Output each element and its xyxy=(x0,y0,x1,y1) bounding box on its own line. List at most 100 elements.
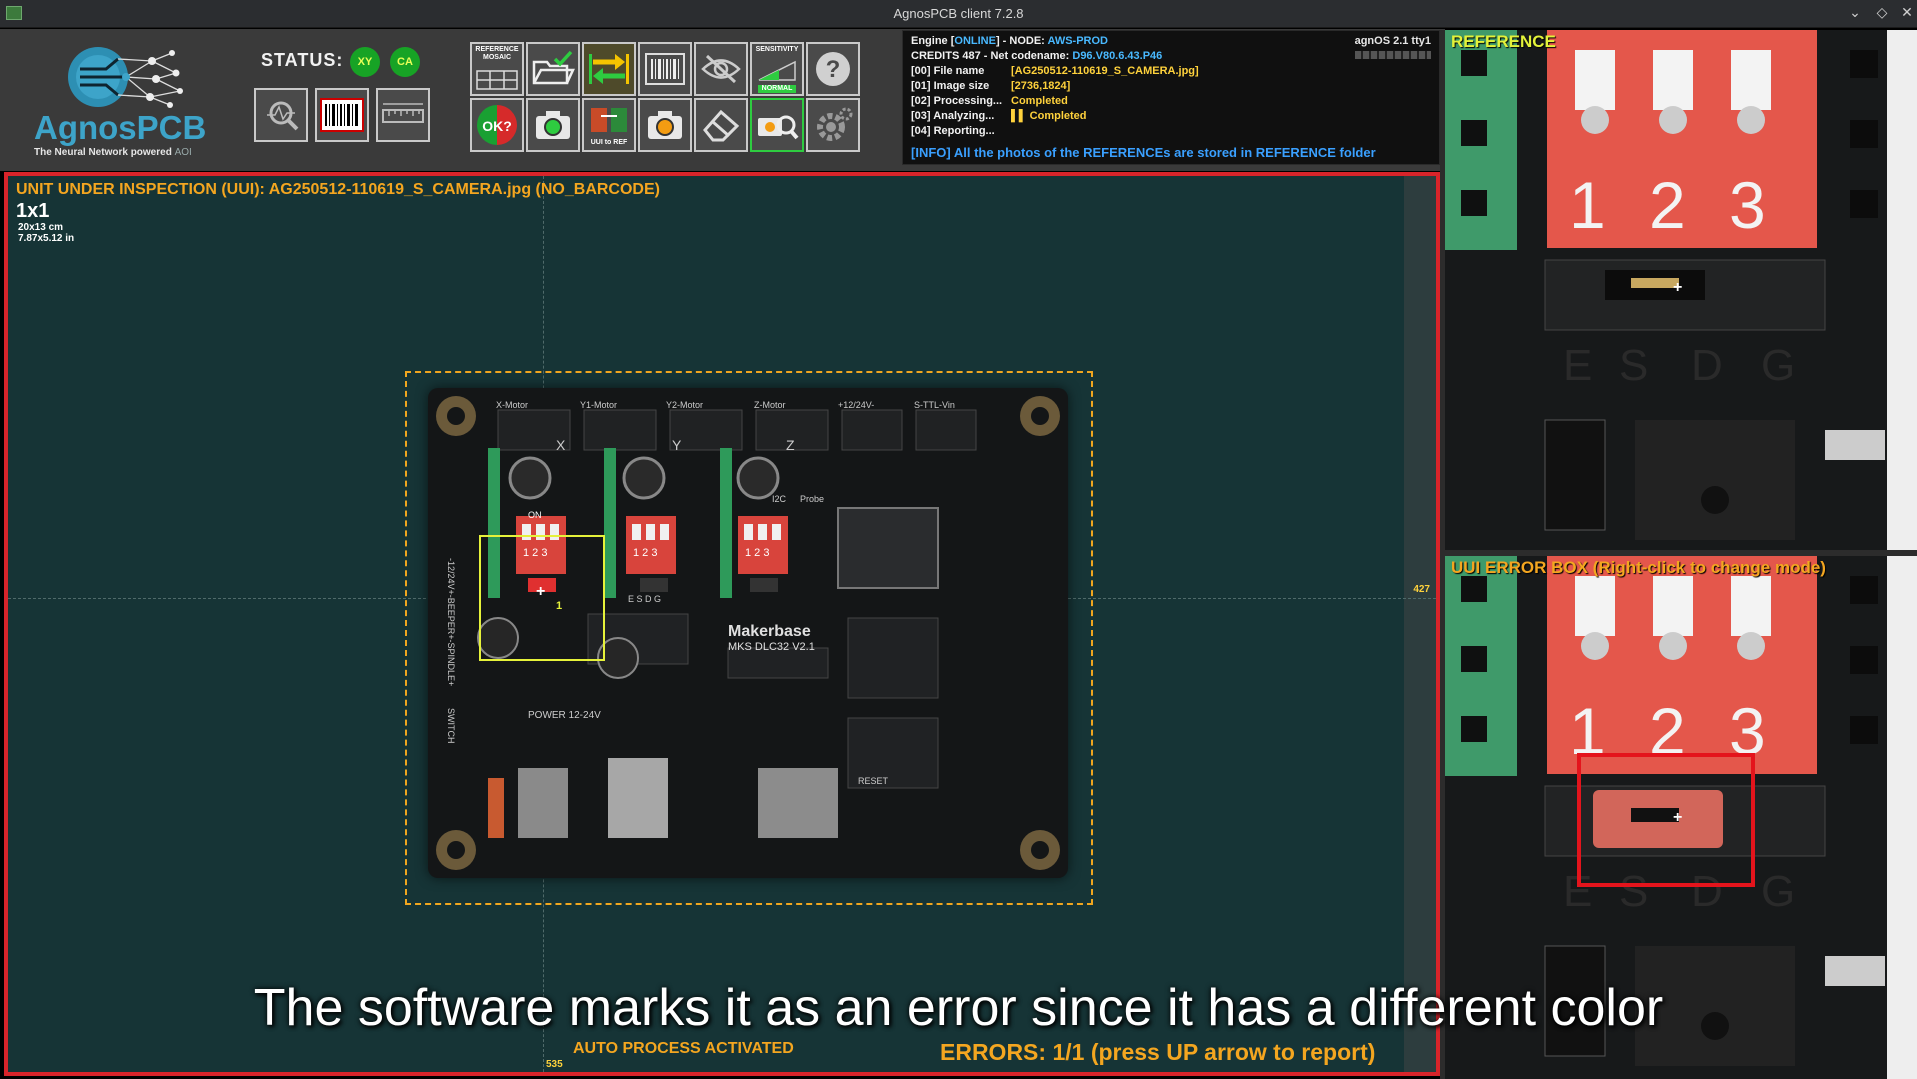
ok-check-icon: OK? xyxy=(477,105,517,145)
coord-x-readout: 535 xyxy=(546,1059,563,1070)
measure-ruler-button[interactable] xyxy=(376,88,430,142)
reference-panel[interactable]: REFERENCE 1 2 3 + E S D G xyxy=(1445,30,1917,550)
uui-title: UNIT UNDER INSPECTION (UUI): AG250512-11… xyxy=(16,181,660,198)
status-label: STATUS: xyxy=(261,50,344,70)
barcode-scan-button[interactable] xyxy=(638,42,692,96)
uui-to-ref-label: UUI to REF xyxy=(590,139,628,146)
os-progress-bar xyxy=(1355,51,1431,59)
pcb-brand: Makerbase xyxy=(728,623,811,640)
settings-button[interactable] xyxy=(806,98,860,152)
capture-camera-button[interactable] xyxy=(526,98,580,152)
dip-numbers-3: 1 2 3 xyxy=(745,547,769,559)
help-icon: ? xyxy=(816,52,850,86)
hide-view-button[interactable] xyxy=(694,42,748,96)
svg-text:?: ? xyxy=(826,56,841,83)
ref-pin-e: E xyxy=(1563,341,1592,390)
engine-node: AWS-PROD xyxy=(1047,35,1108,47)
reference-title: REFERENCE xyxy=(1451,32,1556,51)
console-analyzing-line: [03] Analyzing... ▌▌ Completed xyxy=(911,110,1087,122)
uui-to-ref-button[interactable]: UUI to REF xyxy=(582,98,636,152)
pcb-i2c-label: I2C xyxy=(772,494,787,504)
console-size-line: [01] Image size [2736,1824] xyxy=(911,80,1070,92)
size-value: [2736,1824] xyxy=(1011,80,1071,92)
engine-console: Engine [ONLINE] - NODE: AWS-PROD agnOS 2… xyxy=(902,30,1440,165)
pcb-reset-label: RESET xyxy=(858,776,889,786)
barcode-frame-icon xyxy=(645,53,685,85)
size-label: [01] Image size xyxy=(911,80,990,92)
board-transfer-icon xyxy=(591,108,627,132)
barcode-settings-button[interactable] xyxy=(315,88,369,142)
help-button[interactable]: ? xyxy=(806,42,860,96)
folder-open-check-icon xyxy=(532,50,575,85)
engine-mid: ] - NODE: xyxy=(995,35,1048,47)
processing-value: Completed xyxy=(1011,95,1068,107)
file-value: [AG250512-110619_S_CAMERA.jpg] xyxy=(1011,65,1199,77)
dip-on-label: ON xyxy=(528,510,542,520)
eraser-icon xyxy=(703,109,740,142)
error-marker-number: 1 xyxy=(556,600,563,612)
console-credits-line: CREDITS 487 - Net codename: D96.V80.6.43… xyxy=(911,50,1162,62)
svg-text:X-MotorY1-MotorY2-MotorZ-Motor: X-Motor Y1-Motor Y2-Motor Z-Motor +12/24V- S-… xyxy=(496,400,955,410)
uui-pin-g: G xyxy=(1761,867,1795,916)
ref-crosshair-icon: + xyxy=(1673,279,1682,296)
open-folder-button[interactable] xyxy=(526,42,580,96)
analyzing-value: Completed xyxy=(1029,110,1087,122)
status-badge-ca[interactable]: CA xyxy=(390,47,420,77)
credits-prefix: CREDITS 487 - Net codename: xyxy=(911,50,1073,62)
maximize-icon[interactable]: ◇ xyxy=(1872,4,1892,21)
console-info-line: [INFO] All the photos of the REFERENCEs … xyxy=(911,145,1376,160)
pcb-probe-label: Probe xyxy=(800,494,824,504)
pcb-header-z-motor: Z-Motor xyxy=(754,400,786,410)
agnospcb-logo: AgnosPCB The Neural Network powered AOI xyxy=(20,37,210,169)
uui-inspection-view[interactable]: UNIT UNDER INSPECTION (UUI): AG250512-11… xyxy=(4,172,1440,1076)
pcb-model: MKS DLC32 V2.1 xyxy=(728,641,815,653)
minimize-icon[interactable]: ⌄ xyxy=(1845,4,1865,21)
gear-icon xyxy=(817,107,853,141)
camera-icon xyxy=(536,111,570,139)
error-highlight-box[interactable] xyxy=(1577,753,1755,887)
swap-reference-button[interactable] xyxy=(582,42,636,96)
grid-label: 1x1 xyxy=(16,200,50,222)
pcb-header-ttl: S-TTL-Vin xyxy=(914,400,955,410)
status-badge-xy[interactable]: XY xyxy=(350,47,380,77)
pcb-switch-label: SWITCH xyxy=(446,708,456,744)
sensitivity-value: NORMAL xyxy=(758,85,796,93)
snapshot-button[interactable] xyxy=(638,98,692,152)
ok-verify-button[interactable]: OK? xyxy=(470,98,524,152)
ruler-icon xyxy=(382,103,424,123)
logo-tagline: The Neural Network powered AOI xyxy=(34,147,192,158)
title-bar: AgnosPCB client 7.2.8 ⌄ ◇ ✕ xyxy=(0,0,1917,28)
neural-network-logo-icon xyxy=(68,47,183,108)
inspect-zoom-button[interactable] xyxy=(254,88,308,142)
error-box-title: UUI ERROR BOX (Right-click to change mod… xyxy=(1451,558,1826,577)
sensitivity-button[interactable]: SENSITIVITY NORMAL xyxy=(750,42,804,96)
ref-pin-d: D xyxy=(1691,341,1723,390)
errors-counter[interactable]: ERRORS: 1/1 (press UP arrow to report) xyxy=(940,1039,1375,1066)
magnifier-icon xyxy=(267,101,299,131)
reference-mosaic-button[interactable]: REFERENCE MOSAIC xyxy=(470,42,524,96)
window-title: AgnosPCB client 7.2.8 xyxy=(893,6,1024,21)
ref-digit-3: 3 xyxy=(1729,168,1766,242)
pcb-axis-y: Y xyxy=(672,437,682,453)
eraser-button[interactable] xyxy=(694,98,748,152)
dip-numbers-2: 1 2 3 xyxy=(633,547,657,559)
sensitivity-label: SENSITIVITY xyxy=(755,46,799,53)
engine-prefix: Engine [ xyxy=(911,35,955,47)
pcb-header-y2-motor: Y2-Motor xyxy=(666,400,703,410)
swap-arrows-icon xyxy=(589,54,629,84)
pcb-header-x-motor: X-Motor xyxy=(496,400,528,410)
ok-label: OK? xyxy=(482,118,512,134)
ref-pin-s: S xyxy=(1619,341,1648,390)
ref-digit-1: 1 xyxy=(1569,168,1606,242)
logo-tagline-text: The Neural Network powered xyxy=(34,147,172,158)
video-subtitle: The software marks it as an error since … xyxy=(253,979,1664,1037)
camera-search-icon xyxy=(758,115,799,140)
close-icon[interactable]: ✕ xyxy=(1897,4,1917,21)
file-label: [00] File name xyxy=(911,65,985,77)
logo-tagline-suffix: AOI xyxy=(174,147,192,158)
console-processing-line: [02] Processing... Completed xyxy=(911,95,1068,107)
camera-snapshot-icon xyxy=(648,111,682,139)
pcb-side-label: -12/24V+-BEEPER+-SPINDLE+ xyxy=(446,558,456,686)
auto-inspect-button[interactable] xyxy=(750,98,804,152)
ref-digit-2: 2 xyxy=(1649,168,1686,242)
